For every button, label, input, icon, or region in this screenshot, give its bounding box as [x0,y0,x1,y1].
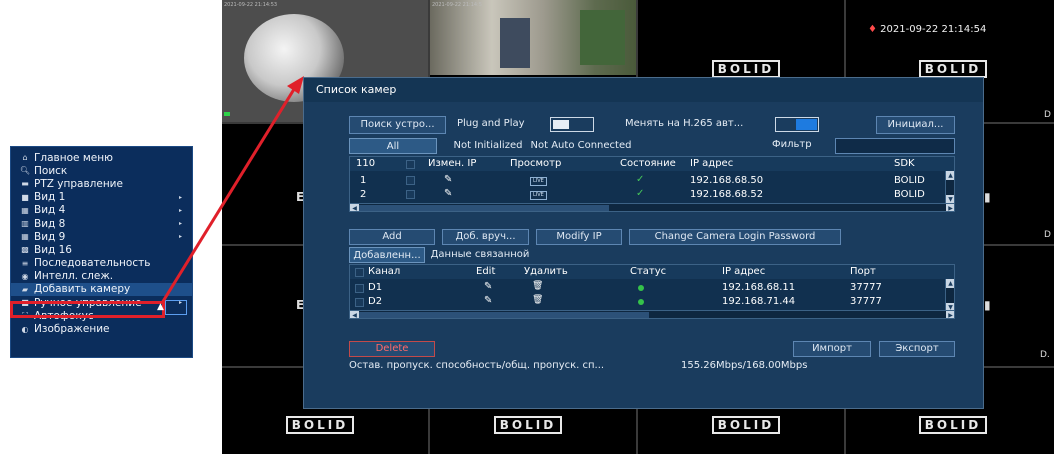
tab-linked-data[interactable]: Данные связанной ... [426,247,534,275]
bandwidth-value: 155.26Mbps/168.00Mbps [681,360,808,371]
dialog-title: Список камер [304,78,983,102]
ip-address: 192.168.71.44 [722,296,796,307]
device-search-button[interactable]: Поиск устро... [349,116,446,134]
row-checkbox[interactable] [406,190,415,199]
edit-icon[interactable]: ✎ [484,295,492,306]
col-status[interactable]: Состояние [620,158,676,169]
manual-add-button[interactable]: Доб. вруч... [442,229,529,245]
scroll-left-icon[interactable]: ◀ [350,204,359,211]
plug-and-play-toggle[interactable] [550,117,594,132]
tab-added-devices[interactable]: Добавленн... [349,247,425,263]
tab-not-auto-connected[interactable]: Not Auto Connected [529,138,633,154]
vertical-scrollbar[interactable]: ▲ ▼ [945,171,954,204]
h265-label: Менять на H.265 авт... [625,118,744,129]
sdk-value: BOLID [894,189,925,200]
horizontal-scrollbar[interactable]: ◀ ▶ [350,310,954,318]
live-preview-icon[interactable]: LIVE [530,191,547,200]
ip-address: 192.168.68.11 [722,282,796,293]
channel-value: D2 [368,296,383,307]
device-search-table: 110 Измен. IP Просмотр Состояние IP адре… [349,156,955,212]
scroll-up-icon[interactable]: ▲ [946,171,954,180]
col-change-ip[interactable]: Измен. IP [428,158,476,169]
camera-list-dialog: Список камер Поиск устро... Plug and Pla… [303,77,984,409]
edit-ip-icon[interactable]: ✎ [444,188,452,199]
bandwidth-label: Остав. пропуск. способность/общ. пропуск… [349,360,605,371]
import-button[interactable]: Импорт [793,341,871,357]
change-password-button[interactable]: Change Camera Login Password [629,229,841,245]
status-ok-icon: ✓ [636,188,645,199]
ip-address: 192.168.68.52 [690,189,764,200]
col-preview[interactable]: Просмотр [510,158,561,169]
row-checkbox[interactable] [355,298,364,307]
col-channel[interactable]: Канал [368,266,400,277]
col-delete[interactable]: Удалить [524,266,568,277]
scroll-right-icon[interactable]: ▶ [946,311,954,318]
live-preview-icon[interactable]: LIVE [530,177,547,186]
filter-label: Фильтр [772,139,812,150]
scroll-right-icon[interactable]: ▶ [946,204,954,211]
col-sdk[interactable]: SDK [894,158,915,169]
status-online-dot [638,299,644,305]
sdk-value: BOLID [894,175,925,186]
horizontal-scrollbar[interactable]: ◀ ▶ [350,203,954,211]
filter-input[interactable] [835,138,955,154]
edit-icon[interactable]: ✎ [484,281,492,292]
tab-not-initialized[interactable]: Not Initialized [449,138,527,154]
row-number: 1 [360,175,367,186]
port-value: 37777 [850,296,882,307]
added-devices-table: Канал Edit Удалить Статус IP адрес Порт … [349,264,955,319]
select-all-checkbox[interactable] [406,160,415,169]
trash-icon[interactable]: 🗑︎ [532,295,543,305]
device-count: 110 [356,158,376,169]
initialize-button[interactable]: Инициал... [876,116,955,134]
row-checkbox[interactable] [355,284,364,293]
select-all-checkbox[interactable] [355,268,364,277]
plug-and-play-label: Plug and Play [457,118,525,129]
h265-toggle[interactable] [775,117,819,132]
scroll-thumb[interactable] [359,312,649,318]
scroll-thumb[interactable] [359,205,609,211]
col-status[interactable]: Статус [630,266,666,277]
edit-ip-icon[interactable]: ✎ [444,174,452,185]
channel-value: D1 [368,282,383,293]
trash-icon[interactable]: 🗑︎ [532,281,543,291]
col-port[interactable]: Порт [850,266,876,277]
delete-button[interactable]: Delete [349,341,435,357]
vertical-scrollbar[interactable]: ▲ ▼ [945,279,954,312]
row-number: 2 [360,189,367,200]
status-ok-icon: ✓ [636,174,645,185]
tab-all[interactable]: All [349,138,437,154]
ip-address: 192.168.68.50 [690,175,764,186]
status-online-dot [638,285,644,291]
scroll-left-icon[interactable]: ◀ [350,311,359,318]
col-ip[interactable]: IP адрес [722,266,765,277]
export-button[interactable]: Экспорт [879,341,955,357]
col-ip[interactable]: IP адрес [690,158,733,169]
add-button[interactable]: Add [349,229,435,245]
port-value: 37777 [850,282,882,293]
row-checkbox[interactable] [406,176,415,185]
modify-ip-button[interactable]: Modify IP [536,229,622,245]
col-edit[interactable]: Edit [476,266,495,277]
scroll-up-icon[interactable]: ▲ [946,279,954,288]
